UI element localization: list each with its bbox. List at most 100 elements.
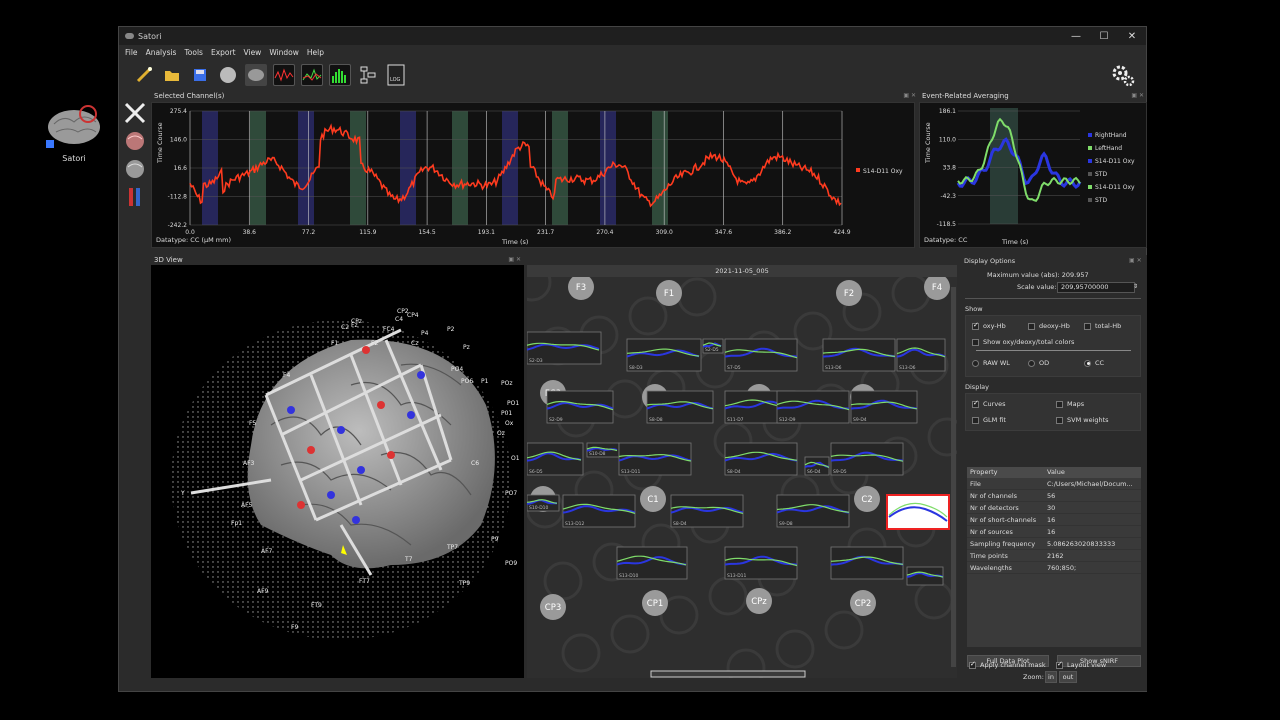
channel-plot[interactable]: S2-D3 <box>526 331 602 365</box>
signal-icon[interactable] <box>301 64 323 86</box>
era-datatype-label: Datatype: CC <box>924 236 968 244</box>
cc-radio[interactable]: CC <box>1084 359 1104 367</box>
display-options-float-close-icon[interactable]: ▣ ✕ <box>1129 257 1142 264</box>
wand-icon[interactable] <box>133 64 155 86</box>
head-icon[interactable] <box>123 129 147 153</box>
channel-plot[interactable]: S6-D4 <box>804 456 830 476</box>
brain-app-icon <box>44 100 102 150</box>
od-radio[interactable]: OD <box>1028 359 1049 367</box>
channel-plot[interactable]: S10-D10 <box>526 494 560 512</box>
deoxy-checkbox[interactable]: deoxy-Hb <box>1028 322 1070 330</box>
channel-plot[interactable]: S9-D8 <box>776 494 850 528</box>
view3d-panel[interactable]: CP2 CPz P2 Pz PO4 PO6 P1 POz PO1 P01 O1 Ox Oz PO7 P9 PO… <box>151 265 524 678</box>
time-course-chart[interactable]: 275.4 146.0 16.6 -112.8 -242.2 0.0 38.6 77.2 11… <box>152 103 916 249</box>
menu-help[interactable]: Help <box>307 48 324 57</box>
table-row[interactable]: File C:/Users/Michael/Docum... <box>967 478 1141 490</box>
channel-layout-canvas[interactable]: F3F1F2F4FC3FC1FCzFC2C3C1C2CP3CP1CPzCP2S2… <box>512 262 967 688</box>
channel-plot[interactable]: S2-D9 <box>546 390 614 424</box>
svm-checkbox[interactable]: SVM weights <box>1056 416 1109 424</box>
channel-plot[interactable]: S9-D5 <box>830 442 904 476</box>
era-legend-swatch <box>1088 172 1092 176</box>
channel-plot[interactable]: S8-D8 <box>646 390 714 424</box>
save-icon[interactable] <box>189 64 211 86</box>
era-float-close-icon[interactable]: ▣ ✕ <box>1131 92 1144 99</box>
network-icon[interactable] <box>357 64 379 86</box>
channel-plot[interactable]: S13-D6 <box>896 338 946 372</box>
selected-channel-header: Selected Channel(s) ▣ ✕ <box>151 91 919 101</box>
oxy-label: oxy-Hb <box>983 322 1006 330</box>
channel-plot[interactable]: S13-D11 <box>724 546 798 580</box>
channel-plot[interactable]: S8-D4 <box>670 494 744 528</box>
table-row[interactable]: Nr of channels 56 <box>967 490 1141 502</box>
svm-label: SVM weights <box>1067 416 1109 424</box>
spinbox-arrows-icon[interactable]: ⇕ <box>1133 283 1138 290</box>
raw-radio[interactable]: RAW WL <box>972 359 1010 367</box>
era-chart[interactable]: 186.1 110.0 33.8 -42.3 -118.5 Time Course Ti… <box>920 103 1148 249</box>
open-folder-icon[interactable] <box>161 64 183 86</box>
channel-plot[interactable]: S8-D3 <box>626 338 702 372</box>
menu-view[interactable]: View <box>244 48 262 57</box>
electrode-label: C6 <box>471 460 479 467</box>
minimize-button[interactable]: — <box>1062 31 1090 42</box>
od-label: OD <box>1039 359 1050 367</box>
brain-3d-render[interactable]: CP2CPzP2PzPO4PO6 P1 POzPO1P01O1OxOzPO7P9PO… <box>151 265 524 678</box>
menu-analysis[interactable]: Analysis <box>146 48 177 57</box>
log-icon[interactable]: LOG <box>385 64 407 86</box>
menu-tools[interactable]: Tools <box>184 48 202 57</box>
table-row[interactable]: Nr of sources 16 <box>967 526 1141 538</box>
close-button[interactable]: ✕ <box>1118 31 1146 42</box>
channel-plot[interactable]: S9-D4 <box>850 390 918 424</box>
color-bar-icon[interactable] <box>123 185 147 209</box>
horizontal-scrollbar[interactable] <box>650 670 806 678</box>
channel-plot[interactable]: S7-D5 <box>724 338 798 372</box>
channel-plot[interactable]: S13-D10 <box>616 546 688 580</box>
channel-plot[interactable] <box>906 566 944 586</box>
channel-plot[interactable]: S10-D8 <box>586 442 620 458</box>
head-gray-icon[interactable] <box>123 157 147 181</box>
histogram-icon[interactable] <box>329 64 351 86</box>
raw-data-icon[interactable] <box>273 64 295 86</box>
channel-label: S13-D10 <box>619 573 639 579</box>
channel-plot[interactable]: S13-D6 <box>822 338 896 372</box>
table-row[interactable]: Sampling frequency 5.086263020833333 <box>967 538 1141 550</box>
panel-float-close-icon[interactable]: ▣ ✕ <box>903 92 916 99</box>
menu-export[interactable]: Export <box>211 48 236 57</box>
sphere-icon[interactable] <box>217 64 239 86</box>
maximize-button[interactable]: ☐ <box>1090 31 1118 42</box>
view3d-float-close-icon[interactable]: ▣ ✕ <box>508 256 521 263</box>
channel-plot[interactable]: S12-D9 <box>776 390 850 424</box>
channel-plot[interactable]: S13-D12 <box>562 494 636 528</box>
apply-mask-checkbox[interactable]: Apply channel mask <box>969 660 1046 669</box>
channel-plot[interactable]: S13-D11 <box>618 442 692 476</box>
channel-plot[interactable]: S6-D5 <box>526 442 584 476</box>
maps-checkbox[interactable]: Maps <box>1056 400 1084 408</box>
table-row[interactable]: Wavelengths 760;850; <box>967 562 1141 574</box>
electrode-label: F2 <box>371 340 378 347</box>
legend-label: S14-D11 Oxy <box>863 168 903 175</box>
table-row[interactable]: Time points 2162 <box>967 550 1141 562</box>
glm-checkbox[interactable]: GLM fit <box>972 416 1006 424</box>
brain-icon[interactable] <box>245 64 267 86</box>
electrode-label: Ox <box>505 420 514 427</box>
table-row[interactable]: Nr of short-channels 16 <box>967 514 1141 526</box>
menu-file[interactable]: File <box>125 48 138 57</box>
zoom-out-button[interactable]: out <box>1059 671 1077 683</box>
settings-gear-icon[interactable] <box>1110 63 1136 89</box>
table-row[interactable]: Nr of detectors 30 <box>967 502 1141 514</box>
tools-icon[interactable] <box>123 101 147 125</box>
channel-plot[interactable]: S2-D5 <box>702 338 724 354</box>
vertical-scrollbar[interactable] <box>951 287 956 667</box>
curves-checkbox[interactable]: Curves <box>972 399 1006 408</box>
colors-checkbox[interactable]: Show oxy/deoxy/total colors <box>972 338 1074 346</box>
layout-view-checkbox[interactable]: Layout view <box>1056 660 1106 669</box>
scale-value-input[interactable]: 209,95700000 <box>1057 282 1135 293</box>
selected-channel-plot[interactable] <box>886 494 950 530</box>
channel-plot[interactable] <box>830 546 904 580</box>
zoom-in-button[interactable]: in <box>1045 671 1057 683</box>
menu-window[interactable]: Window <box>269 48 299 57</box>
channel-plot[interactable]: S8-D4 <box>724 442 798 476</box>
oxy-checkbox[interactable]: oxy-Hb <box>972 321 1006 330</box>
desktop-icon-satori[interactable]: Satori <box>44 100 104 163</box>
selected-channel-panel: 275.4 146.0 16.6 -112.8 -242.2 0.0 38.6 77.2 11… <box>151 102 915 248</box>
total-checkbox[interactable]: total-Hb <box>1084 322 1121 330</box>
